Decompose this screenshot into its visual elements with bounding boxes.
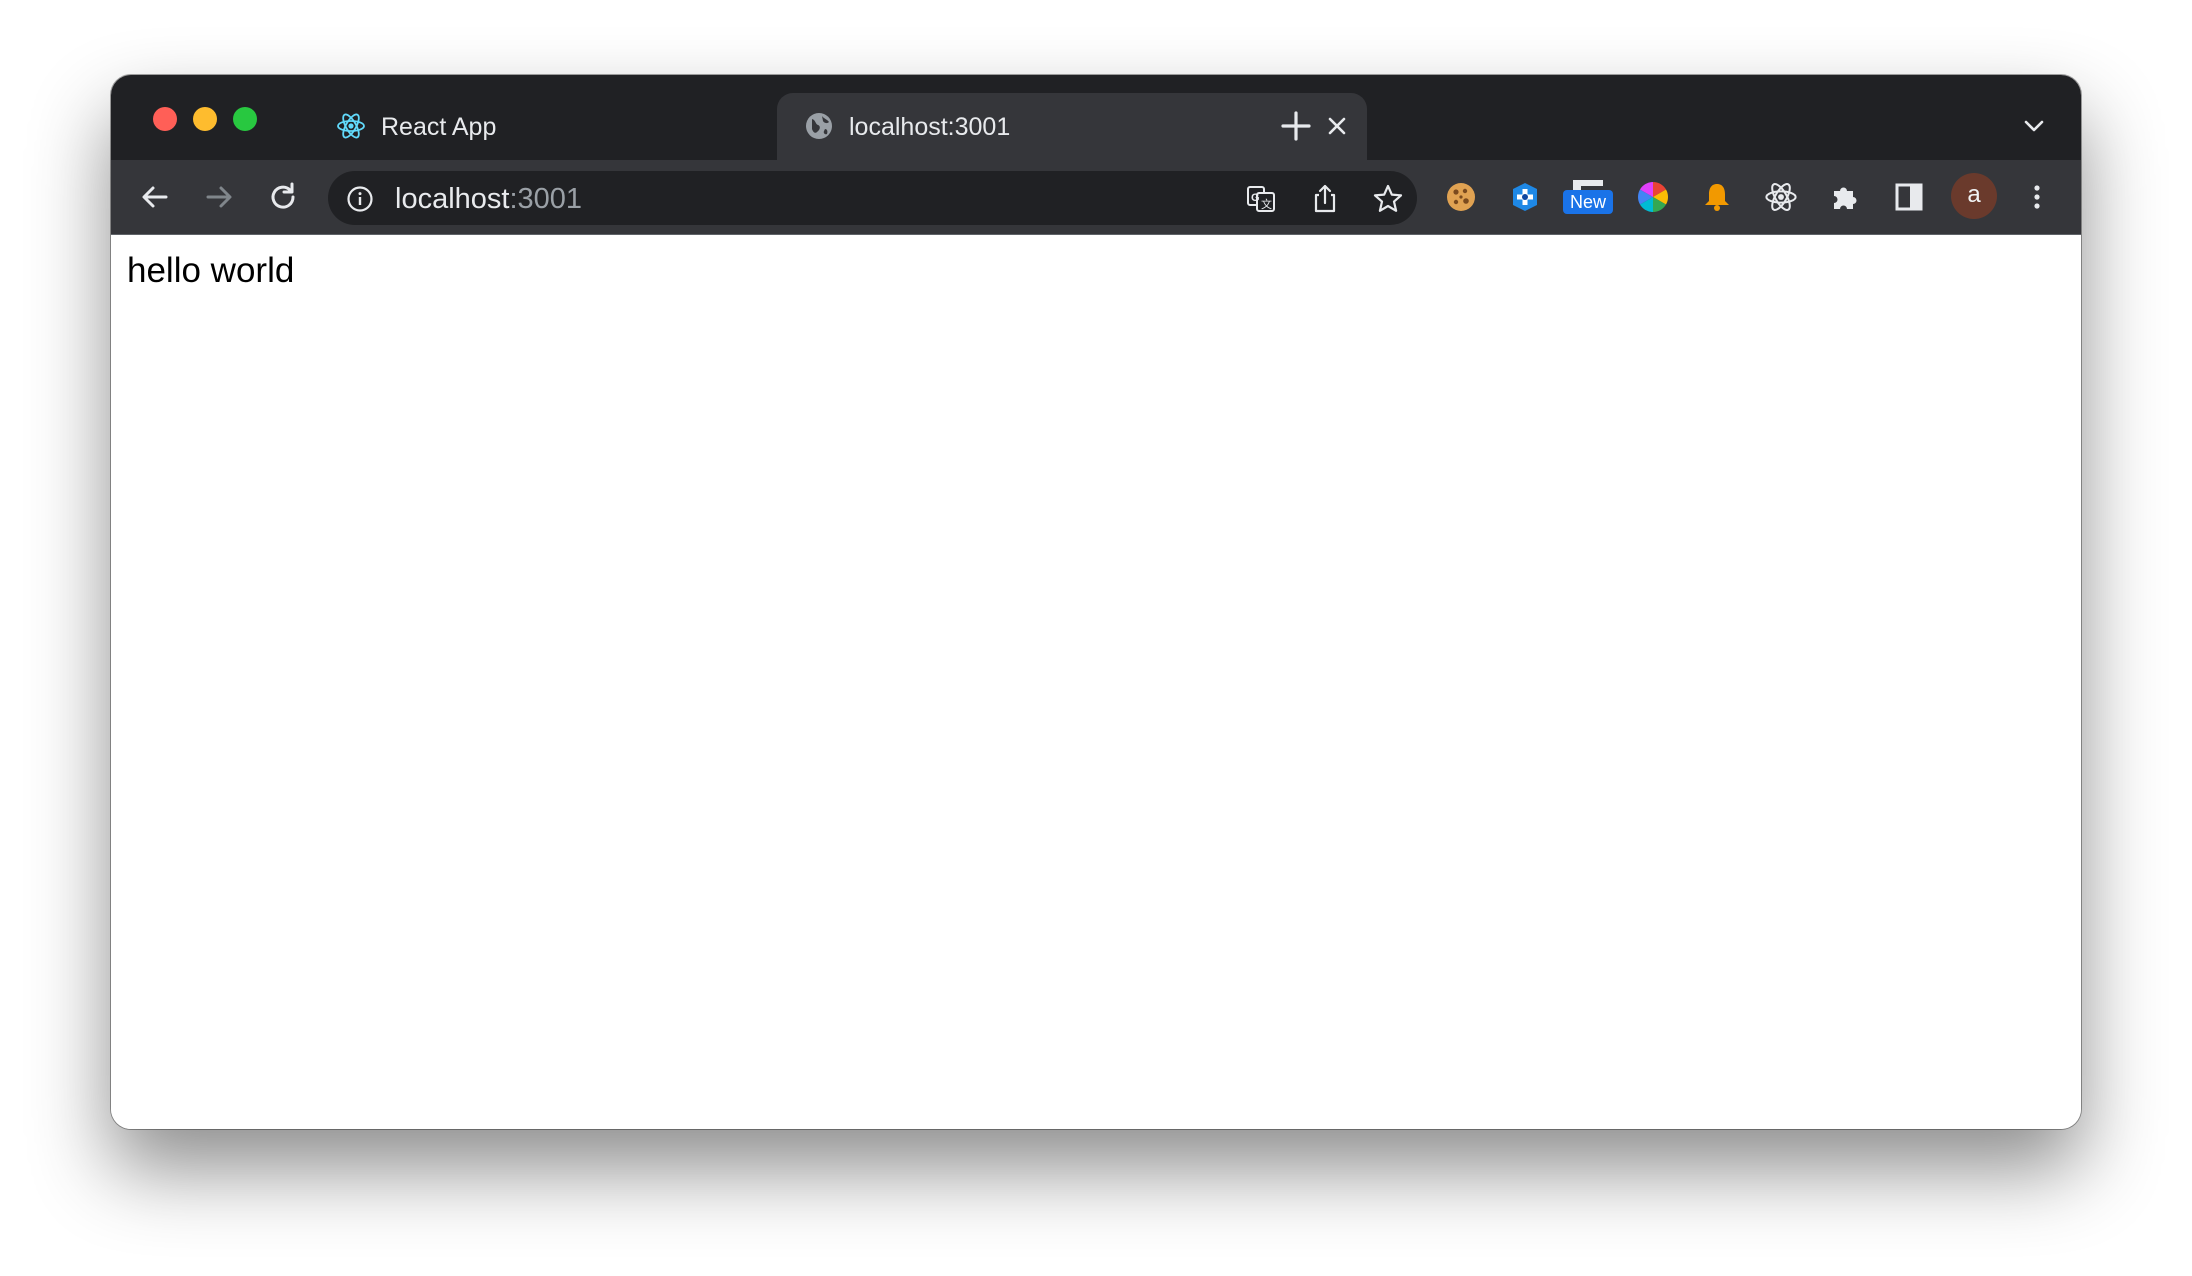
bell-icon — [1705, 184, 1729, 211]
tab-title: localhost:3001 — [849, 113, 1011, 141]
new-tab-plus-icon[interactable] — [1279, 109, 1313, 143]
profile-avatar[interactable]: a — [1951, 173, 1997, 219]
address-bar[interactable]: localhost:3001 G 文 — [328, 171, 1417, 225]
translate-icon[interactable]: G 文 — [1245, 183, 1277, 215]
url-text[interactable]: localhost:3001 — [395, 183, 582, 216]
back-button[interactable] — [137, 179, 173, 215]
url-port: :3001 — [509, 183, 583, 215]
reload-icon — [271, 182, 295, 209]
plus-cross-extension[interactable] — [1505, 177, 1545, 217]
color-picker-icon — [1637, 182, 1669, 212]
more-vertical-icon — [2034, 185, 2040, 209]
tab-title: React App — [381, 113, 497, 141]
react-devtools-icon — [1765, 183, 1797, 211]
forward-button[interactable] — [201, 179, 237, 215]
reload-button[interactable] — [265, 179, 301, 215]
close-tab-icon[interactable] — [1323, 112, 1351, 140]
react-icon — [337, 113, 365, 139]
browser-window: React App localhost:3001 localhost:3001 … — [111, 75, 2081, 1129]
new-badge: New — [1563, 190, 1613, 214]
window-maximize-button[interactable] — [233, 107, 257, 131]
cookie-extension[interactable] — [1441, 177, 1481, 217]
window-minimize-button[interactable] — [193, 107, 217, 131]
side-panel-icon — [1895, 183, 1923, 211]
extensions-button[interactable] — [1825, 177, 1865, 217]
side-panel-button[interactable] — [1889, 177, 1929, 217]
svg-text:G: G — [1251, 192, 1260, 204]
share-icon[interactable] — [1309, 183, 1341, 215]
arrow-right-icon — [206, 186, 232, 208]
cookie-icon — [1447, 183, 1475, 211]
plus-cross-icon — [1513, 183, 1537, 211]
react-devtools-extension[interactable] — [1761, 177, 1801, 217]
browser-toolbar: localhost:3001 G 文 a — [111, 160, 2081, 235]
puzzle-icon — [1834, 187, 1857, 209]
menu-button[interactable] — [2017, 177, 2057, 217]
star-icon[interactable] — [1372, 183, 1404, 215]
notification-extension[interactable] — [1697, 177, 1737, 217]
globe-icon — [806, 113, 832, 139]
site-info-icon[interactable] — [346, 185, 374, 213]
color-picker-extension[interactable] — [1633, 177, 1673, 217]
page-text: hello world — [127, 251, 295, 290]
arrow-left-icon — [142, 186, 168, 208]
url-host: localhost — [395, 183, 510, 215]
chevron-down-icon[interactable] — [2021, 113, 2047, 139]
svg-text:文: 文 — [1261, 197, 1272, 211]
page-content: hello world — [111, 235, 2081, 1129]
window-close-button[interactable] — [153, 107, 177, 131]
tab-strip: React App localhost:3001 — [111, 75, 2081, 160]
